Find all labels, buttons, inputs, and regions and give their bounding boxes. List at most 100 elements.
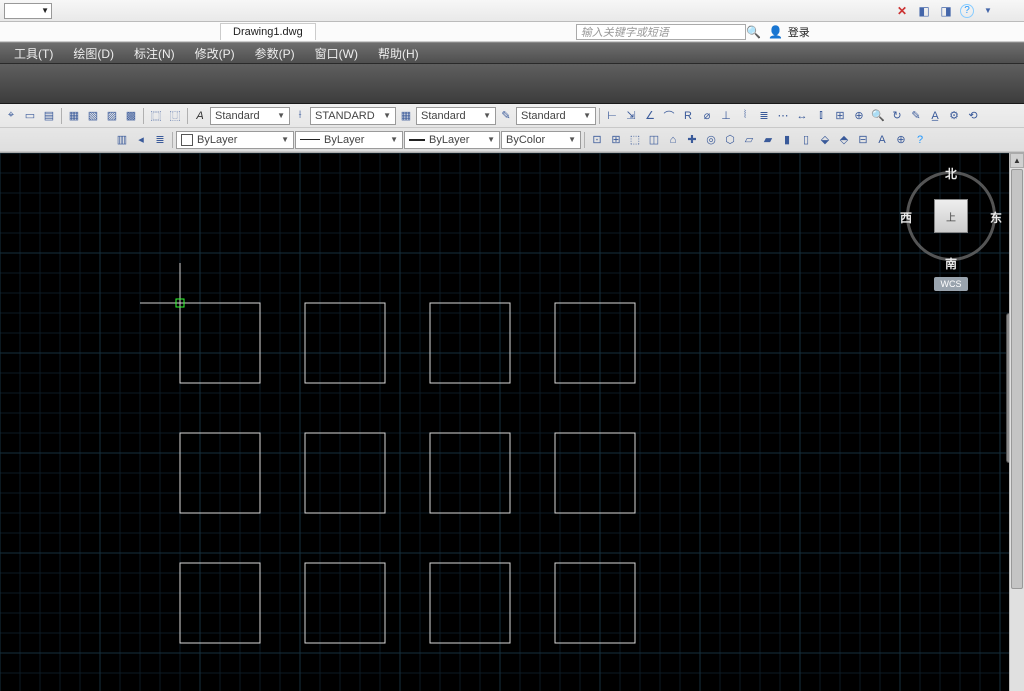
tool-b17-icon[interactable]: ⊕ [892, 131, 910, 149]
tool-b6-icon[interactable]: ✚ [683, 131, 701, 149]
tool-b10-icon[interactable]: ▰ [759, 131, 777, 149]
dim-update-icon[interactable]: ↻ [888, 107, 906, 125]
viewcube-top-face[interactable]: 上 [934, 199, 968, 233]
qat-icon-1[interactable]: ◧ [916, 3, 932, 19]
tool-a3-icon[interactable]: ▤ [40, 107, 58, 125]
tool-a1-icon[interactable]: ⌖ [2, 107, 20, 125]
dim-tedit-icon[interactable]: A̲ [926, 107, 944, 125]
tool-b12-icon[interactable]: ▯ [797, 131, 815, 149]
tool-b16-icon[interactable]: A [873, 131, 891, 149]
tool-a7-icon[interactable]: ▩ [122, 107, 140, 125]
viewcube-north[interactable]: 北 [945, 165, 957, 182]
tool-a8-icon[interactable]: ⿴ [147, 107, 165, 125]
tool-a6-icon[interactable]: ▨ [103, 107, 121, 125]
tool-b1-icon[interactable]: ⊡ [588, 131, 606, 149]
login-button[interactable]: 登录 [784, 24, 814, 40]
grid-svg [0, 153, 1024, 691]
layer-props-icon[interactable]: ▥ [113, 131, 131, 149]
menu-dim[interactable]: 标注(N) [124, 42, 185, 65]
qat-icon-2[interactable]: ◨ [938, 3, 954, 19]
center-mark-icon[interactable]: ⊕ [850, 107, 868, 125]
tool-b18-icon[interactable]: ? [911, 131, 929, 149]
vertical-scrollbar[interactable]: ▲ ▼ [1009, 153, 1024, 691]
menu-tools[interactable]: 工具(T) [4, 42, 63, 65]
drawn-rectangle[interactable] [305, 303, 385, 383]
drawn-rectangle[interactable] [430, 303, 510, 383]
tolerance-icon[interactable]: ⊞ [831, 107, 849, 125]
menu-param[interactable]: 参数(P) [245, 42, 305, 65]
linetype-combo[interactable]: ByLayer▼ [295, 131, 403, 149]
tool-a4-icon[interactable]: ▦ [65, 107, 83, 125]
tool-a9-icon[interactable]: ⿶ [166, 107, 184, 125]
tool-b5-icon[interactable]: ⌂ [664, 131, 682, 149]
color-combo[interactable]: ByLayer▼ [176, 131, 294, 149]
dim-style-combo[interactable]: STANDARD▼ [310, 107, 396, 125]
dim-ordinate-icon[interactable]: ⊥ [717, 107, 735, 125]
plotstyle-value: ByColor [506, 134, 545, 146]
dim-linear-icon[interactable]: ⊢ [603, 107, 621, 125]
layer-prev-icon[interactable]: ◂ [132, 131, 150, 149]
drawing-canvas[interactable]: 北 南 东 西 上 WCS ▲ ▼ [0, 153, 1024, 691]
dim-space-icon[interactable]: ↔ [793, 107, 811, 125]
menu-help[interactable]: 帮助(H) [368, 42, 429, 65]
tool-b11-icon[interactable]: ▮ [778, 131, 796, 149]
scroll-thumb[interactable] [1011, 169, 1023, 589]
textstyle-icon[interactable]: A [191, 107, 209, 125]
dim-angular-icon[interactable]: ∠ [641, 107, 659, 125]
tool-a5-icon[interactable]: ▧ [84, 107, 102, 125]
help-icon[interactable]: ? [960, 4, 974, 18]
dim-baseline-icon[interactable]: ≣ [755, 107, 773, 125]
drawn-rectangle[interactable] [555, 303, 635, 383]
dimstyle-icon[interactable]: ⟊ [291, 107, 309, 125]
tool-b8-icon[interactable]: ⬡ [721, 131, 739, 149]
dim-jogged-icon[interactable]: ⦚ [736, 107, 754, 125]
dim-edit-icon[interactable]: ✎ [907, 107, 925, 125]
menu-modify[interactable]: 修改(P) [185, 42, 245, 65]
mleaderstyle-icon[interactable]: ✎ [497, 107, 515, 125]
drawn-rectangle[interactable] [430, 563, 510, 643]
viewcube-wcs-button[interactable]: WCS [934, 277, 968, 291]
tool-a2-icon[interactable]: ▭ [21, 107, 39, 125]
dim-arc-icon[interactable]: ⌒ [660, 107, 678, 125]
table-style-combo[interactable]: Standard▼ [416, 107, 496, 125]
dim-override-icon[interactable]: ⚙ [945, 107, 963, 125]
dim-reassoc-icon[interactable]: ⟲ [964, 107, 982, 125]
layer-states-icon[interactable]: ≣ [151, 131, 169, 149]
viewcube-east[interactable]: 东 [990, 209, 1002, 226]
dim-diameter-icon[interactable]: ⌀ [698, 107, 716, 125]
scroll-up-icon[interactable]: ▲ [1010, 153, 1024, 168]
tool-b15-icon[interactable]: ⊟ [854, 131, 872, 149]
drawn-rectangle[interactable] [555, 563, 635, 643]
tool-b3-icon[interactable]: ⬚ [626, 131, 644, 149]
drawn-rectangle[interactable] [305, 563, 385, 643]
tool-b7-icon[interactable]: ◎ [702, 131, 720, 149]
text-style-combo[interactable]: Standard▼ [210, 107, 290, 125]
mleader-style-combo[interactable]: Standard▼ [516, 107, 596, 125]
inspect-icon[interactable]: 🔍 [869, 107, 887, 125]
dim-break-icon[interactable]: ⫾ [812, 107, 830, 125]
menu-window[interactable]: 窗口(W) [305, 42, 368, 65]
dim-radius-icon[interactable]: R [679, 107, 697, 125]
search-input[interactable]: 输入关键字或短语 [576, 24, 746, 40]
menu-draw[interactable]: 绘图(D) [63, 42, 124, 65]
tool-b9-icon[interactable]: ▱ [740, 131, 758, 149]
lineweight-combo[interactable]: ByLayer▼ [404, 131, 500, 149]
tablestyle-icon[interactable]: ▦ [397, 107, 415, 125]
viewcube-west[interactable]: 西 [900, 209, 912, 226]
viewcube[interactable]: 北 南 东 西 上 WCS [896, 161, 1006, 281]
tool-b13-icon[interactable]: ⬙ [816, 131, 834, 149]
search-icon[interactable]: 🔍 [746, 24, 762, 40]
tool-b14-icon[interactable]: ⬘ [835, 131, 853, 149]
dim-continue-icon[interactable]: ⋯ [774, 107, 792, 125]
viewcube-south[interactable]: 南 [945, 255, 957, 272]
dim-aligned-icon[interactable]: ⇲ [622, 107, 640, 125]
linetype-value: ByLayer [324, 134, 364, 146]
login-avatar-icon[interactable]: 👤 [768, 24, 784, 40]
tool-b4-icon[interactable]: ◫ [645, 131, 663, 149]
close-panel-x-icon[interactable]: ✕ [894, 3, 910, 19]
document-tab[interactable]: Drawing1.dwg [220, 23, 316, 40]
plotstyle-combo[interactable]: ByColor▼ [501, 131, 581, 149]
tool-b2-icon[interactable]: ⊞ [607, 131, 625, 149]
workspace-dropdown[interactable]: ▼ [4, 3, 52, 19]
chevron-down-icon[interactable]: ▼ [980, 3, 996, 19]
